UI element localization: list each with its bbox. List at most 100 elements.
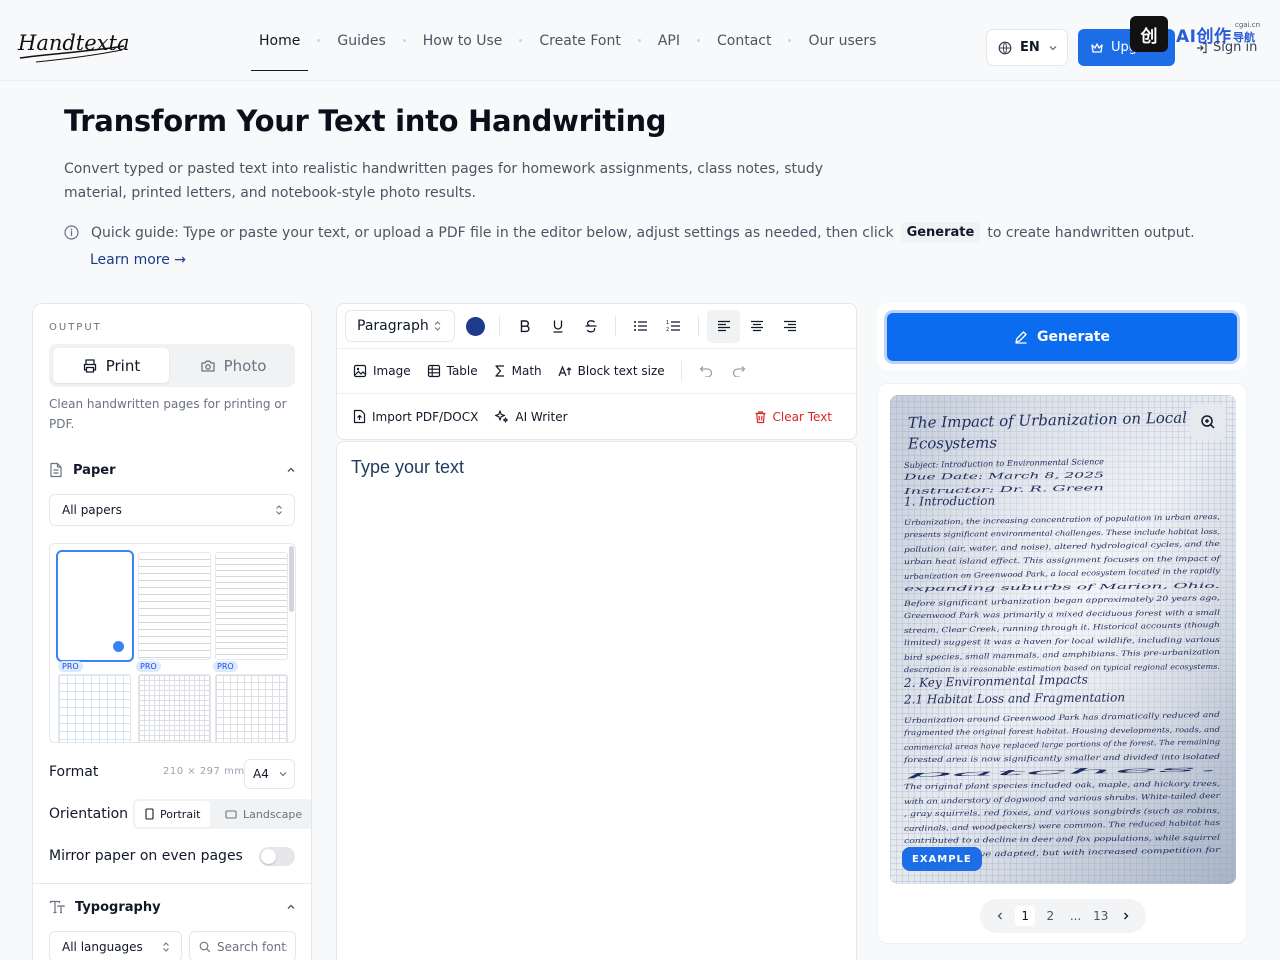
page-1-button[interactable]: 1 bbox=[1015, 906, 1036, 926]
paper-grid-blue[interactable] bbox=[58, 674, 131, 742]
image-label: Image bbox=[373, 364, 411, 378]
typography-section-title: Typography bbox=[75, 899, 161, 915]
text-color-picker[interactable] bbox=[466, 316, 485, 336]
info-icon bbox=[64, 225, 79, 240]
insert-image-button[interactable]: Image bbox=[345, 355, 419, 387]
paper-blank[interactable] bbox=[56, 550, 134, 662]
typography-section-header[interactable]: Typography bbox=[49, 897, 297, 917]
mirror-toggle[interactable] bbox=[259, 847, 295, 866]
format-label: Format bbox=[49, 764, 99, 780]
insert-table-button[interactable]: Table bbox=[419, 355, 486, 387]
nav-create-font[interactable]: Create Font bbox=[531, 0, 628, 81]
ai-writer-button[interactable]: AI Writer bbox=[486, 401, 575, 433]
underline-button[interactable] bbox=[541, 310, 574, 343]
toolbar-separator bbox=[615, 316, 616, 336]
nav-api[interactable]: API bbox=[650, 0, 688, 81]
format-dimensions: 210 × 297 mm bbox=[163, 766, 245, 777]
portrait-button[interactable]: Portrait bbox=[135, 801, 211, 827]
top-header: Handtextai Home Guides How to Use Create… bbox=[0, 0, 1280, 81]
paragraph-style-value: Paragraph bbox=[357, 318, 429, 334]
format-value: A4 bbox=[253, 767, 269, 781]
print-mode-button[interactable]: Print bbox=[53, 348, 169, 383]
format-select[interactable]: A4 bbox=[244, 759, 295, 789]
toolbar-row-actions: Import PDF/DOCX AI Writer Clear Text bbox=[337, 394, 856, 439]
landscape-label: Landscape bbox=[243, 807, 303, 821]
camera-icon bbox=[200, 358, 216, 374]
bold-button[interactable] bbox=[508, 310, 541, 343]
pro-badge: PRO bbox=[213, 661, 238, 672]
font-search-input[interactable] bbox=[217, 939, 287, 954]
nav-separator bbox=[788, 39, 792, 42]
zoom-preview-button[interactable] bbox=[1190, 404, 1226, 439]
landscape-button[interactable]: Landscape bbox=[215, 801, 311, 827]
zoom-in-icon bbox=[1201, 414, 1215, 429]
insert-math-button[interactable]: Math bbox=[486, 355, 550, 387]
trash-icon bbox=[755, 410, 766, 423]
language-selector[interactable]: EN bbox=[986, 29, 1068, 66]
clear-text-button[interactable]: Clear Text bbox=[746, 401, 840, 433]
handwriting-line: 1. Introduction bbox=[904, 494, 995, 509]
paper-grid: PRO PRO PRO bbox=[49, 543, 296, 743]
nav-how-to-use[interactable]: How to Use bbox=[415, 0, 511, 81]
nav-separator bbox=[402, 39, 406, 42]
undo-button[interactable] bbox=[690, 355, 723, 388]
generate-button[interactable]: Generate bbox=[887, 313, 1237, 361]
text-editor[interactable]: Type your text bbox=[336, 441, 857, 960]
signin-link[interactable]: Sign in bbox=[1196, 40, 1257, 55]
chevron-right-icon bbox=[1123, 912, 1129, 920]
nav-separator bbox=[317, 39, 321, 42]
language-filter-select[interactable]: All languages bbox=[49, 931, 182, 960]
globe-icon bbox=[998, 41, 1012, 55]
signin-label: Sign in bbox=[1213, 40, 1258, 55]
nav-guides[interactable]: Guides bbox=[329, 0, 393, 81]
paper-grid-fine[interactable] bbox=[138, 674, 211, 742]
block-text-size-button[interactable]: Block text size bbox=[550, 355, 673, 387]
font-search-field[interactable] bbox=[189, 931, 296, 960]
updown-chevron-icon bbox=[433, 320, 442, 332]
next-page-button[interactable] bbox=[1116, 906, 1136, 926]
page-13-button[interactable]: 13 bbox=[1091, 906, 1111, 926]
nav-our-users[interactable]: Our users bbox=[800, 0, 884, 81]
align-center-button[interactable] bbox=[740, 310, 773, 343]
import-label: Import PDF/DOCX bbox=[372, 409, 479, 424]
undo-icon bbox=[699, 366, 713, 377]
chevron-left-icon bbox=[997, 912, 1002, 920]
align-right-button[interactable] bbox=[773, 310, 806, 343]
bold-icon bbox=[520, 320, 530, 333]
paper-grid-scrollbar[interactable] bbox=[289, 546, 294, 612]
editor-placeholder: Type your text bbox=[351, 457, 465, 477]
quick-guide-text: Quick guide: Type or paste your text, or… bbox=[91, 222, 1195, 243]
page-title: Transform Your Text into Handwriting bbox=[64, 104, 667, 138]
align-left-icon bbox=[717, 320, 730, 332]
redo-button[interactable] bbox=[723, 355, 756, 388]
learn-more-link[interactable]: Learn more → bbox=[90, 252, 186, 268]
paper-section-header[interactable]: Paper bbox=[49, 460, 297, 480]
underline-icon bbox=[553, 320, 562, 333]
portrait-icon bbox=[145, 808, 154, 820]
paragraph-style-select[interactable]: Paragraph bbox=[345, 310, 455, 342]
logo-text: Handtextai bbox=[17, 31, 128, 55]
chevron-up-icon bbox=[285, 464, 297, 476]
language-filter-value: All languages bbox=[62, 939, 143, 954]
nav-contact[interactable]: Contact bbox=[709, 0, 779, 81]
photo-mode-button[interactable]: Photo bbox=[175, 348, 291, 383]
align-left-button[interactable] bbox=[707, 309, 740, 343]
paper-lined-narrow[interactable] bbox=[215, 552, 288, 660]
file-upload-icon bbox=[353, 409, 366, 424]
nav-home[interactable]: Home bbox=[251, 0, 309, 81]
numbered-list-button[interactable]: 12 bbox=[657, 310, 690, 343]
paper-lined[interactable] bbox=[138, 552, 211, 660]
nav-separator bbox=[637, 39, 641, 42]
page-2-button[interactable]: 2 bbox=[1040, 906, 1060, 926]
strikethrough-button[interactable] bbox=[574, 310, 607, 343]
bullet-list-button[interactable] bbox=[624, 310, 657, 343]
paper-filter-select[interactable]: All papers bbox=[49, 494, 295, 526]
handwriting-preview-image[interactable]: The Impact of Urbanization on Local Ecosy… bbox=[890, 395, 1236, 884]
portrait-label: Portrait bbox=[160, 807, 201, 821]
toolbar-separator bbox=[499, 316, 500, 336]
handtextai-logo[interactable]: Handtextai bbox=[16, 24, 128, 70]
import-document-button[interactable]: Import PDF/DOCX bbox=[345, 401, 486, 433]
paper-grid-gray[interactable] bbox=[215, 674, 288, 742]
section-divider bbox=[33, 883, 311, 884]
prev-page-button[interactable] bbox=[990, 906, 1010, 926]
